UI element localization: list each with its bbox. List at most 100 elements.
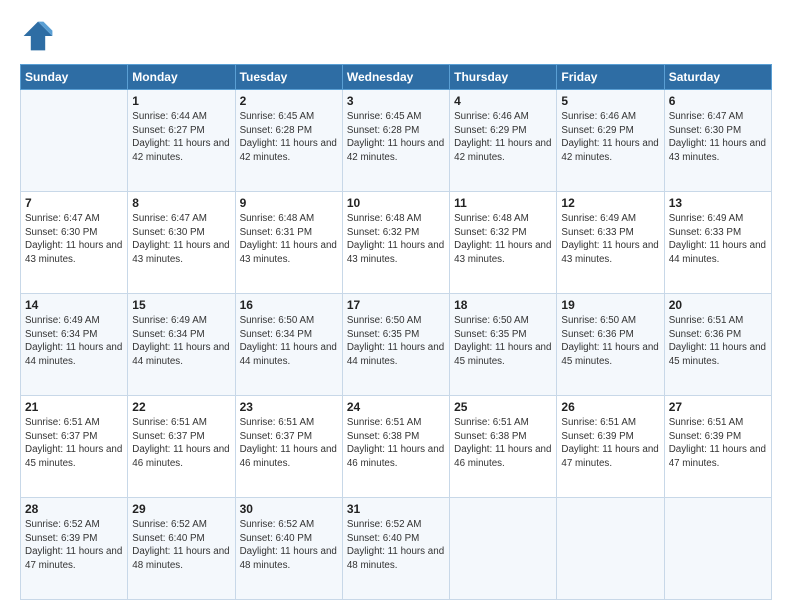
day-info: Sunrise: 6:51 AMSunset: 6:37 PMDaylight:… [132, 416, 230, 470]
day-info: Sunrise: 6:45 AMSunset: 6:28 PMDaylight:… [347, 110, 445, 164]
calendar-cell: 14Sunrise: 6:49 AMSunset: 6:34 PMDayligh… [21, 294, 128, 396]
day-info: Sunrise: 6:51 AMSunset: 6:37 PMDaylight:… [25, 416, 123, 470]
day-info: Sunrise: 6:47 AMSunset: 6:30 PMDaylight:… [132, 212, 230, 266]
day-number: 3 [347, 93, 445, 109]
day-number: 14 [25, 297, 123, 313]
day-number: 25 [454, 399, 552, 415]
day-info: Sunrise: 6:52 AMSunset: 6:39 PMDaylight:… [25, 518, 123, 572]
day-info: Sunrise: 6:46 AMSunset: 6:29 PMDaylight:… [561, 110, 659, 164]
day-info: Sunrise: 6:48 AMSunset: 6:32 PMDaylight:… [347, 212, 445, 266]
day-number: 17 [347, 297, 445, 313]
day-info: Sunrise: 6:51 AMSunset: 6:38 PMDaylight:… [454, 416, 552, 470]
calendar-cell [450, 498, 557, 600]
calendar-table: SundayMondayTuesdayWednesdayThursdayFrid… [20, 64, 772, 600]
day-info: Sunrise: 6:49 AMSunset: 6:33 PMDaylight:… [669, 212, 767, 266]
day-info: Sunrise: 6:47 AMSunset: 6:30 PMDaylight:… [669, 110, 767, 164]
day-number: 29 [132, 501, 230, 517]
day-info: Sunrise: 6:48 AMSunset: 6:32 PMDaylight:… [454, 212, 552, 266]
day-info: Sunrise: 6:50 AMSunset: 6:34 PMDaylight:… [240, 314, 338, 368]
calendar-week-row: 14Sunrise: 6:49 AMSunset: 6:34 PMDayligh… [21, 294, 772, 396]
calendar-week-row: 1Sunrise: 6:44 AMSunset: 6:27 PMDaylight… [21, 90, 772, 192]
calendar-cell: 13Sunrise: 6:49 AMSunset: 6:33 PMDayligh… [664, 192, 771, 294]
day-number: 28 [25, 501, 123, 517]
calendar-cell: 22Sunrise: 6:51 AMSunset: 6:37 PMDayligh… [128, 396, 235, 498]
header [20, 18, 772, 54]
day-number: 1 [132, 93, 230, 109]
day-number: 16 [240, 297, 338, 313]
day-info: Sunrise: 6:46 AMSunset: 6:29 PMDaylight:… [454, 110, 552, 164]
calendar-cell: 17Sunrise: 6:50 AMSunset: 6:35 PMDayligh… [342, 294, 449, 396]
calendar-cell [664, 498, 771, 600]
calendar-cell: 29Sunrise: 6:52 AMSunset: 6:40 PMDayligh… [128, 498, 235, 600]
day-number: 15 [132, 297, 230, 313]
calendar-day-header: Monday [128, 65, 235, 90]
calendar-cell: 4Sunrise: 6:46 AMSunset: 6:29 PMDaylight… [450, 90, 557, 192]
calendar-cell: 31Sunrise: 6:52 AMSunset: 6:40 PMDayligh… [342, 498, 449, 600]
day-number: 31 [347, 501, 445, 517]
day-info: Sunrise: 6:51 AMSunset: 6:39 PMDaylight:… [561, 416, 659, 470]
day-number: 22 [132, 399, 230, 415]
calendar-day-header: Saturday [664, 65, 771, 90]
calendar-week-row: 7 Sunrise: 6:47 AMSunset: 6:30 PMDaylight… [21, 192, 772, 294]
day-number: 20 [669, 297, 767, 313]
day-info: Sunrise: 6:49 AMSunset: 6:33 PMDaylight:… [561, 212, 659, 266]
calendar-cell: 23Sunrise: 6:51 AMSunset: 6:37 PMDayligh… [235, 396, 342, 498]
day-number: 5 [561, 93, 659, 109]
day-number: 10 [347, 195, 445, 211]
calendar-cell: 21Sunrise: 6:51 AMSunset: 6:37 PMDayligh… [21, 396, 128, 498]
day-info: Sunrise: 6:44 AMSunset: 6:27 PMDaylight:… [132, 110, 230, 164]
day-info: Sunrise: 6:52 AMSunset: 6:40 PMDaylight:… [240, 518, 338, 572]
calendar-week-row: 28Sunrise: 6:52 AMSunset: 6:39 PMDayligh… [21, 498, 772, 600]
calendar-cell: 19Sunrise: 6:50 AMSunset: 6:36 PMDayligh… [557, 294, 664, 396]
calendar-day-header: Thursday [450, 65, 557, 90]
calendar-cell: 25Sunrise: 6:51 AMSunset: 6:38 PMDayligh… [450, 396, 557, 498]
day-number: 7 [25, 195, 123, 211]
calendar-cell: 10Sunrise: 6:48 AMSunset: 6:32 PMDayligh… [342, 192, 449, 294]
day-number: 12 [561, 195, 659, 211]
calendar-cell: 12Sunrise: 6:49 AMSunset: 6:33 PMDayligh… [557, 192, 664, 294]
day-number: 6 [669, 93, 767, 109]
page: SundayMondayTuesdayWednesdayThursdayFrid… [0, 0, 792, 612]
calendar-cell: 9Sunrise: 6:48 AMSunset: 6:31 PMDaylight… [235, 192, 342, 294]
calendar-week-row: 21Sunrise: 6:51 AMSunset: 6:37 PMDayligh… [21, 396, 772, 498]
day-number: 8 [132, 195, 230, 211]
calendar-day-header: Friday [557, 65, 664, 90]
calendar-cell: 7Sunrise: 6:47 AMSunset: 6:30 PMDaylight… [21, 192, 128, 294]
day-info: Sunrise: 6:50 AMSunset: 6:35 PMDaylight:… [454, 314, 552, 368]
day-number: 13 [669, 195, 767, 211]
calendar-cell: 2Sunrise: 6:45 AMSunset: 6:28 PMDaylight… [235, 90, 342, 192]
day-info: Sunrise: 6:52 AMSunset: 6:40 PMDaylight:… [132, 518, 230, 572]
calendar-day-header: Tuesday [235, 65, 342, 90]
day-number: 11 [454, 195, 552, 211]
calendar-cell: 8Sunrise: 6:47 AMSunset: 6:30 PMDaylight… [128, 192, 235, 294]
day-number: 2 [240, 93, 338, 109]
day-info: Sunrise: 6:49 AMSunset: 6:34 PMDaylight:… [132, 314, 230, 368]
day-info: Sunrise: 6:50 AMSunset: 6:36 PMDaylight:… [561, 314, 659, 368]
calendar-cell: 24Sunrise: 6:51 AMSunset: 6:38 PMDayligh… [342, 396, 449, 498]
day-number: 30 [240, 501, 338, 517]
calendar-day-header: Wednesday [342, 65, 449, 90]
calendar-cell: 3Sunrise: 6:45 AMSunset: 6:28 PMDaylight… [342, 90, 449, 192]
day-number: 23 [240, 399, 338, 415]
logo-icon [20, 18, 56, 54]
day-number: 26 [561, 399, 659, 415]
calendar-cell [21, 90, 128, 192]
day-number: 4 [454, 93, 552, 109]
calendar-header-row: SundayMondayTuesdayWednesdayThursdayFrid… [21, 65, 772, 90]
calendar-cell: 16Sunrise: 6:50 AMSunset: 6:34 PMDayligh… [235, 294, 342, 396]
calendar-cell: 11Sunrise: 6:48 AMSunset: 6:32 PMDayligh… [450, 192, 557, 294]
day-info: Sunrise: 6:51 AMSunset: 6:38 PMDaylight:… [347, 416, 445, 470]
calendar-cell: 5Sunrise: 6:46 AMSunset: 6:29 PMDaylight… [557, 90, 664, 192]
day-info: Sunrise: 6:48 AMSunset: 6:31 PMDaylight:… [240, 212, 338, 266]
day-info: Sunrise: 6:51 AMSunset: 6:36 PMDaylight:… [669, 314, 767, 368]
day-info: Sunrise: 6:52 AMSunset: 6:40 PMDaylight:… [347, 518, 445, 572]
calendar-cell: 15Sunrise: 6:49 AMSunset: 6:34 PMDayligh… [128, 294, 235, 396]
day-info: Sunrise: 6:49 AMSunset: 6:34 PMDaylight:… [25, 314, 123, 368]
day-number: 19 [561, 297, 659, 313]
day-number: 21 [25, 399, 123, 415]
calendar-cell: 26Sunrise: 6:51 AMSunset: 6:39 PMDayligh… [557, 396, 664, 498]
calendar-cell: 18Sunrise: 6:50 AMSunset: 6:35 PMDayligh… [450, 294, 557, 396]
calendar-cell [557, 498, 664, 600]
calendar-cell: 1Sunrise: 6:44 AMSunset: 6:27 PMDaylight… [128, 90, 235, 192]
day-info: Sunrise: 6:51 AMSunset: 6:37 PMDaylight:… [240, 416, 338, 470]
